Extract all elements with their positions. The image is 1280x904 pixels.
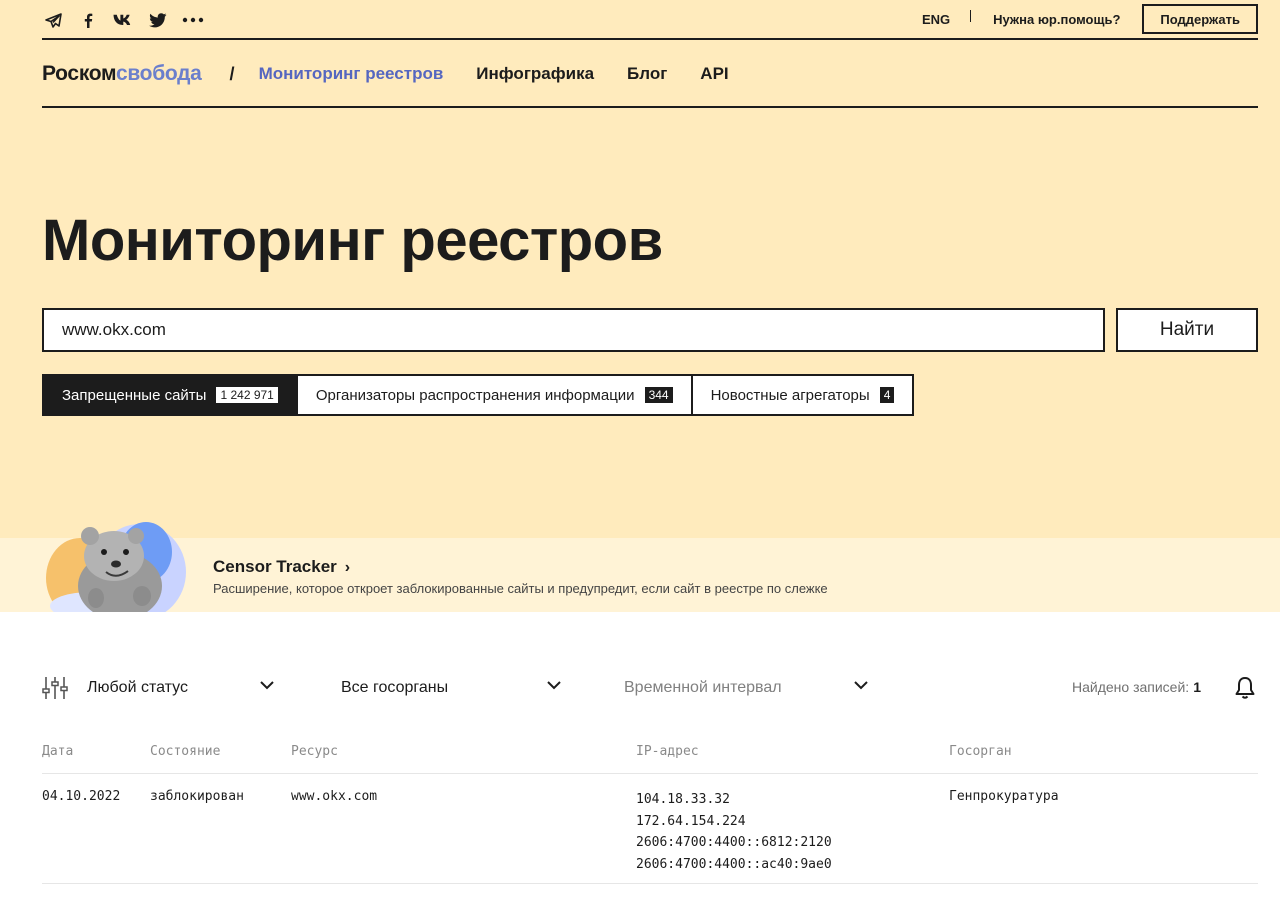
vk-icon[interactable] [112,10,134,30]
promo-title: Censor Tracker [213,557,337,576]
search-button[interactable]: Найти [1116,308,1258,352]
column-header-org: Госорган [949,744,1012,759]
telegram-icon[interactable] [42,10,64,30]
row-org: Генпрокуратура [949,789,1059,804]
language-switch[interactable]: ENG [922,12,950,27]
logo[interactable]: Роскомсвобода [42,62,202,86]
table-header: Дата Состояние Ресурс IP-адрес Госорган [42,733,1258,774]
time-interval-placeholder: Временной интервал [624,679,782,696]
column-header-ip: IP-адрес [636,744,699,759]
status-filter-value: Любой статус [87,679,188,696]
logo-part-1: Роском [42,62,116,85]
twitter-icon[interactable] [147,10,169,30]
tab-label: Запрещенные сайты [62,386,207,404]
filter-sliders-icon[interactable] [42,676,68,700]
facebook-icon[interactable] [77,10,99,30]
logo-part-2: свобода [115,62,202,85]
column-header-date: Дата [42,744,74,759]
top-bar: ENG Нужна юр.помощь? Поддержать [42,0,1258,40]
registry-tabs: Запрещенные сайты 1 242 971 Организаторы… [42,374,915,416]
page-title: Мониторинг реестров [42,208,663,273]
search-input[interactable] [42,308,1105,352]
chevron-down-icon [260,681,274,690]
row-date: 04.10.2022 [42,789,121,804]
tab-label: Новостные агрегаторы [710,386,870,404]
records-found-count: 1 [1193,679,1201,695]
main-nav: Роскомсвобода / Мониторинг реестров Инфо… [42,42,1258,108]
social-links [42,10,217,30]
bell-icon[interactable] [1234,676,1256,700]
censor-tracker-mascot [42,520,192,612]
support-button[interactable]: Поддержать [1142,4,1258,34]
nav-separator: / [229,63,235,84]
nav-item-blog[interactable]: Блог [627,64,667,84]
ip-address: 2606:4700:4400::ac40:9ae0 [636,856,832,872]
org-filter-value: Все госорганы [341,679,449,696]
more-icon[interactable] [182,10,204,30]
top-right-links: ENG Нужна юр.помощь? Поддержать [922,4,1258,34]
tab-count-badge: 1 242 971 [216,387,278,403]
records-found-label: Найдено записей: [1072,679,1190,695]
row-ip-list: 104.18.33.32 172.64.154.224 2606:4700:44… [636,789,832,875]
tab-label: Организаторы распространения информации [315,386,635,404]
records-found: Найдено записей: 1 [1072,679,1201,695]
time-interval-select[interactable]: Временной интервал [624,676,872,700]
chevron-down-icon [854,681,868,690]
tab-count-badge: 344 [644,387,673,403]
tab-info-distributors[interactable]: Организаторы распространения информации … [295,374,693,416]
divider [970,10,972,22]
nav-item-infographics[interactable]: Инфографика [476,64,594,84]
promo-banner [0,538,1280,612]
nav-item-registry-monitoring[interactable]: Мониторинг реестров [259,64,444,84]
ip-address: 104.18.33.32 [636,792,730,807]
ip-address: 2606:4700:4400::6812:2120 [636,835,832,850]
column-header-state: Состояние [150,744,221,759]
promo-description: Расширение, которое откроет заблокирован… [213,581,828,596]
org-filter-select[interactable]: Все госорганы [341,676,564,700]
status-filter-select[interactable]: Любой статус [87,676,277,700]
censor-tracker-link[interactable]: Censor Tracker › [213,557,350,577]
column-header-resource: Ресурс [291,744,338,759]
tab-banned-sites[interactable]: Запрещенные сайты 1 242 971 [42,374,298,416]
chevron-down-icon [547,681,561,690]
table-row[interactable]: 04.10.2022 заблокирован www.okx.com 104.… [42,774,1258,884]
legal-help-link[interactable]: Нужна юр.помощь? [993,12,1120,27]
row-state: заблокирован [150,789,244,804]
chevron-right-icon: › [344,559,351,576]
nav-item-api[interactable]: API [700,64,728,84]
tab-news-aggregators[interactable]: Новостные агрегаторы 4 [690,374,915,416]
row-resource[interactable]: www.okx.com [291,789,377,804]
ip-address: 172.64.154.224 [636,813,746,829]
tab-count-badge: 4 [879,387,895,403]
